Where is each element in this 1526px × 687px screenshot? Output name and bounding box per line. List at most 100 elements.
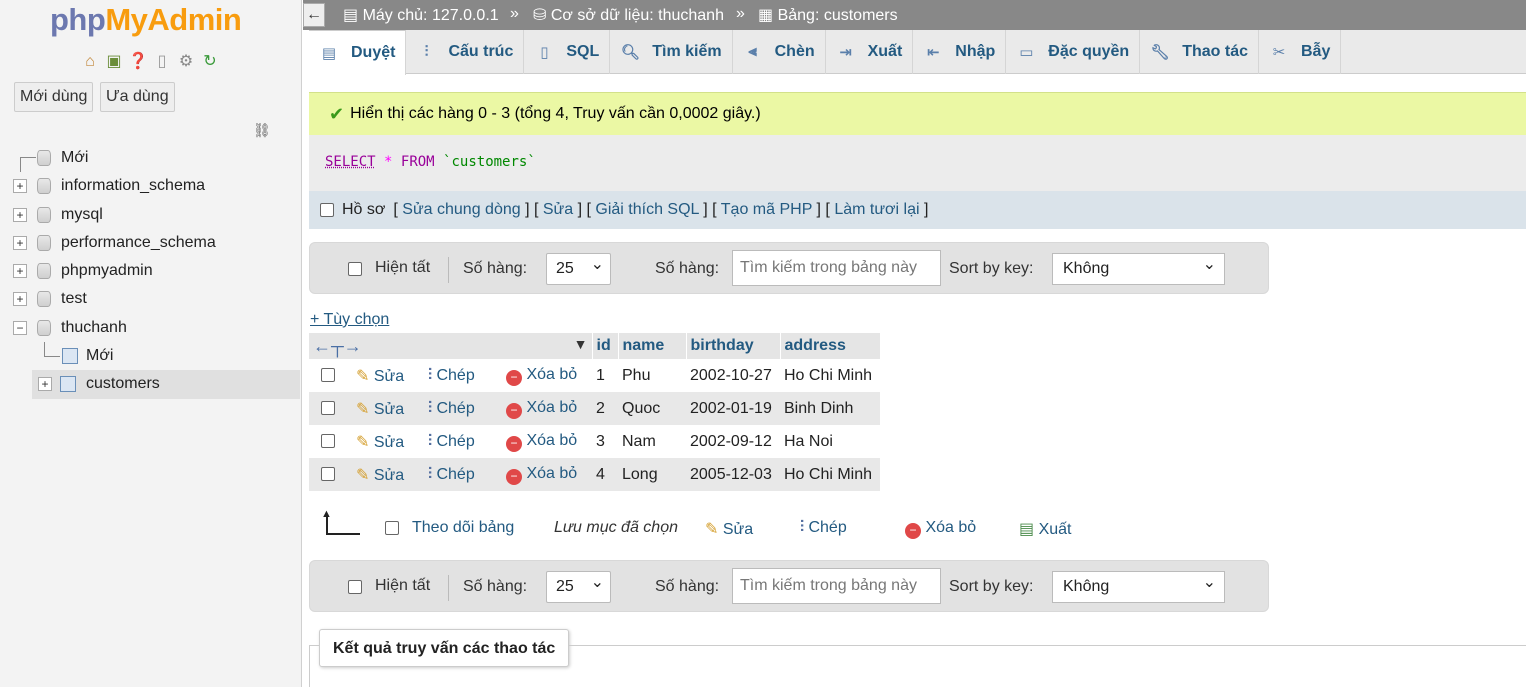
bulk-copy-button[interactable]: ⫶ Chép — [800, 519, 847, 537]
cell-id[interactable]: 3 — [592, 425, 618, 458]
create-php-link[interactable]: Tạo mã PHP — [721, 201, 812, 218]
column-header-name[interactable]: name — [618, 333, 687, 359]
rows-select[interactable]: 25 — [546, 568, 611, 603]
tab-structure[interactable]: ⫶ Cấu trúc — [406, 30, 525, 74]
expand-icon[interactable]: + — [13, 179, 27, 194]
cell-name[interactable]: Phu — [618, 359, 686, 392]
cell-birthday[interactable]: 2005-12-03 — [686, 458, 780, 491]
tree-item-table-new[interactable]: Mới — [0, 342, 300, 370]
profiling-checkbox[interactable] — [320, 203, 334, 217]
cell-address[interactable]: Binh Dinh — [780, 392, 880, 425]
expand-icon[interactable]: + — [13, 235, 27, 250]
cell-name[interactable]: Nam — [618, 425, 686, 458]
tab-browse[interactable]: ▤ Duyệt — [309, 30, 407, 75]
cell-address[interactable]: Ho Chi Minh — [780, 359, 880, 392]
filter-rows-input[interactable]: Tìm kiếm trong bảng này — [732, 568, 941, 604]
row-checkbox[interactable] — [321, 434, 335, 449]
filter-rows-input[interactable]: Tìm kiếm trong bảng này — [732, 250, 941, 286]
tab-insert[interactable]: ⫷ Chèn — [733, 30, 826, 74]
tree-item-performance-schema[interactable]: + performance_schema — [0, 229, 300, 257]
link-icon[interactable]: ⛓ — [253, 122, 271, 139]
home-icon[interactable]: ⌂ — [80, 52, 100, 72]
row-checkbox[interactable] — [321, 467, 335, 482]
tree-item-information-schema[interactable]: + information_schema — [0, 172, 300, 200]
row-edit-button[interactable]: ✎ Sửa — [356, 368, 404, 385]
sort-by-key-select[interactable]: Không — [1052, 568, 1225, 603]
cell-birthday[interactable]: 2002-01-19 — [686, 392, 780, 425]
check-all-checkbox[interactable] — [385, 521, 399, 535]
column-arrows-icon[interactable]: ←┬→ — [313, 336, 362, 356]
bulk-delete-button[interactable]: − Xóa bỏ — [905, 519, 976, 539]
row-copy-button[interactable]: ⫶ Chép — [428, 433, 475, 450]
breadcrumb-server[interactable]: ▤ Máy chủ: 127.0.0.1 — [343, 5, 499, 25]
favorites-button[interactable]: Ưa dùng — [100, 82, 175, 112]
tree-item-test[interactable]: + test — [0, 285, 300, 313]
sort-by-key-select[interactable]: Không — [1052, 250, 1225, 285]
column-header-id[interactable]: id — [592, 333, 619, 359]
column-header-birthday[interactable]: birthday — [686, 333, 781, 359]
cell-id[interactable]: 2 — [592, 392, 618, 425]
cell-name[interactable]: Long — [618, 458, 686, 491]
breadcrumb-database[interactable]: ⛁ Cơ sở dữ liệu: thuchanh — [533, 5, 724, 25]
recent-button[interactable]: Mới dùng — [14, 82, 94, 112]
bulk-edit-button[interactable]: ✎ Sửa — [705, 519, 753, 539]
cell-name[interactable]: Quoc — [618, 392, 686, 425]
sql-keyword-select[interactable]: SELECT — [325, 154, 376, 170]
breadcrumb-table[interactable]: ▦ Bảng: customers — [758, 5, 898, 25]
refresh-link[interactable]: Làm tươi lại — [834, 201, 919, 218]
phpmyadmin-logo[interactable]: phpMyAdmin — [50, 2, 242, 38]
collapse-sidebar-icon[interactable]: ← — [303, 3, 325, 27]
cell-birthday[interactable]: 2002-10-27 — [686, 359, 780, 392]
help-icon[interactable]: ❓ — [128, 52, 148, 72]
bulk-export-button[interactable]: ▤ Xuất — [1019, 519, 1072, 539]
expand-icon[interactable]: + — [13, 264, 27, 279]
cell-address[interactable]: Ho Chi Minh — [780, 458, 880, 491]
row-delete-button[interactable]: − Xóa bỏ — [506, 366, 577, 386]
tree-item-phpmyadmin[interactable]: + phpmyadmin — [0, 257, 300, 285]
docs-icon[interactable]: ▯ — [152, 52, 172, 72]
edit-inline-link[interactable]: Sửa chung dòng — [402, 201, 520, 218]
show-all-checkbox[interactable] — [348, 580, 362, 594]
row-edit-button[interactable]: ✎ Sửa — [356, 401, 404, 418]
reload-icon[interactable]: ↻ — [200, 52, 220, 72]
settings-icon[interactable]: ⚙ — [176, 52, 196, 72]
tree-item-new[interactable]: Mới — [0, 144, 300, 172]
row-checkbox[interactable] — [321, 368, 335, 383]
cell-id[interactable]: 4 — [592, 458, 618, 491]
expand-icon[interactable]: + — [13, 292, 27, 307]
expand-icon[interactable]: + — [38, 377, 52, 392]
row-edit-button[interactable]: ✎ Sửa — [356, 434, 404, 451]
sort-dropdown-icon[interactable]: ▼ — [574, 336, 588, 352]
tab-triggers[interactable]: ✂ Bẫy — [1259, 30, 1342, 74]
cell-id[interactable]: 1 — [592, 359, 618, 392]
show-all-checkbox[interactable] — [348, 262, 362, 276]
edit-link[interactable]: Sửa — [543, 201, 573, 218]
row-delete-button[interactable]: − Xóa bỏ — [506, 399, 577, 419]
tab-operations[interactable]: 🔧︎ Thao tác — [1140, 30, 1259, 74]
rows-select[interactable]: 25 — [546, 250, 611, 285]
exit-icon[interactable]: ▣ — [104, 52, 124, 72]
tab-export[interactable]: ⇥ Xuất — [826, 30, 914, 74]
cell-birthday[interactable]: 2002-09-12 — [686, 425, 780, 458]
tree-item-customers[interactable]: + customers — [32, 370, 300, 399]
options-link[interactable]: + Tùy chọn — [310, 311, 389, 329]
row-copy-button[interactable]: ⫶ Chép — [428, 466, 475, 483]
tab-privileges[interactable]: ▭ Đặc quyền — [1006, 30, 1141, 74]
row-copy-button[interactable]: ⫶ Chép — [428, 400, 475, 417]
row-delete-button[interactable]: − Xóa bỏ — [506, 432, 577, 452]
row-delete-button[interactable]: − Xóa bỏ — [506, 465, 577, 485]
cell-address[interactable]: Ha Noi — [780, 425, 880, 458]
row-copy-button[interactable]: ⫶ Chép — [428, 367, 475, 384]
tab-import[interactable]: ⇤ Nhập — [913, 30, 1007, 74]
tab-sql[interactable]: ▯ SQL — [524, 30, 611, 74]
expand-icon[interactable]: + — [13, 207, 27, 222]
tab-search[interactable]: 🔍︎ Tìm kiếm — [610, 30, 733, 74]
tree-item-mysql[interactable]: + mysql — [0, 201, 300, 229]
collapse-icon[interactable]: − — [13, 320, 27, 335]
column-header-address[interactable]: address — [780, 333, 881, 359]
row-edit-button[interactable]: ✎ Sửa — [356, 467, 404, 484]
tree-item-thuchanh[interactable]: − thuchanh — [0, 314, 300, 342]
row-checkbox[interactable] — [321, 401, 335, 416]
check-all-label[interactable]: Theo dõi bảng — [412, 519, 514, 537]
explain-sql-link[interactable]: Giải thích SQL — [595, 201, 698, 218]
